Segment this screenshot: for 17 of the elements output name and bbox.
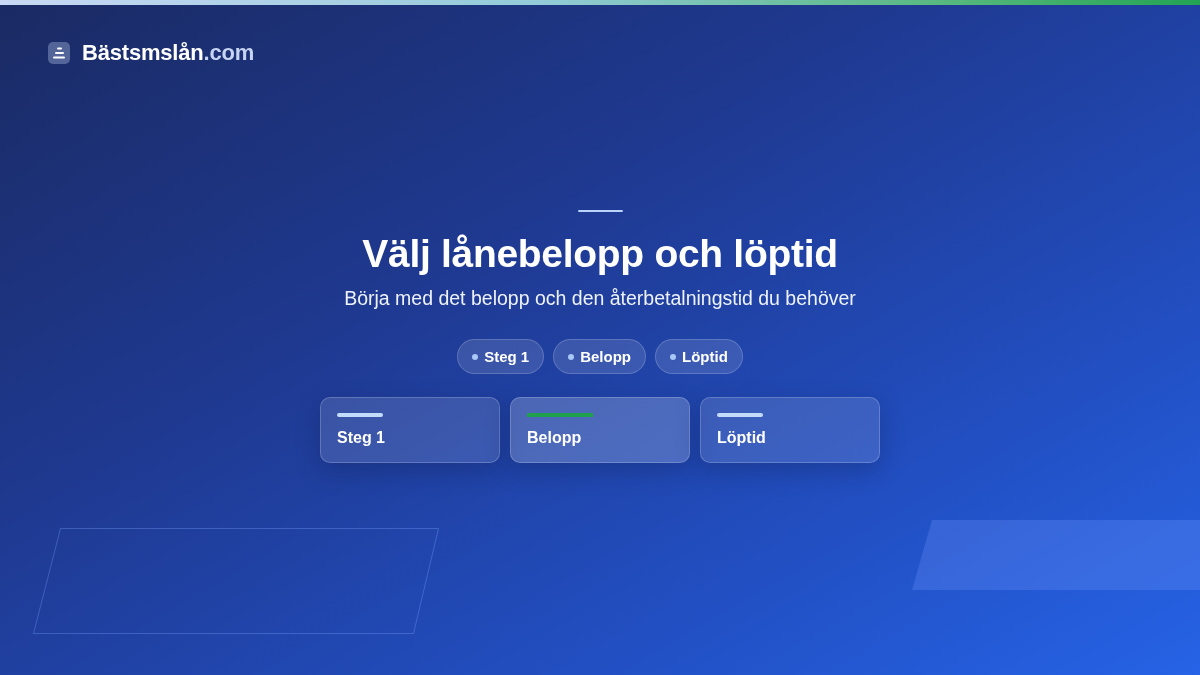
accent-line xyxy=(577,210,623,212)
step-card[interactable]: Belopp xyxy=(510,397,690,463)
step-card[interactable]: Löptid xyxy=(700,397,880,463)
page-subtitle: Börja med det belopp och den återbetalningstid du behöver xyxy=(344,286,856,311)
chip-label: Löptid xyxy=(682,348,728,365)
page-title: Välj lånebelopp och löptid xyxy=(362,231,838,277)
dot-icon xyxy=(568,353,575,360)
progress-bar-accent xyxy=(527,413,593,417)
chip-label: Belopp xyxy=(580,348,631,365)
stacked-lines-icon xyxy=(48,42,70,64)
chip-label: Steg 1 xyxy=(484,348,530,365)
step-bar-accent xyxy=(717,413,763,417)
step-bar-accent xyxy=(337,413,383,417)
dot-icon xyxy=(670,353,676,360)
dot-icon xyxy=(472,353,479,360)
brand-logo-text: Bästsmslån.com xyxy=(82,41,255,65)
step-card[interactable]: Steg 1 xyxy=(320,397,500,463)
